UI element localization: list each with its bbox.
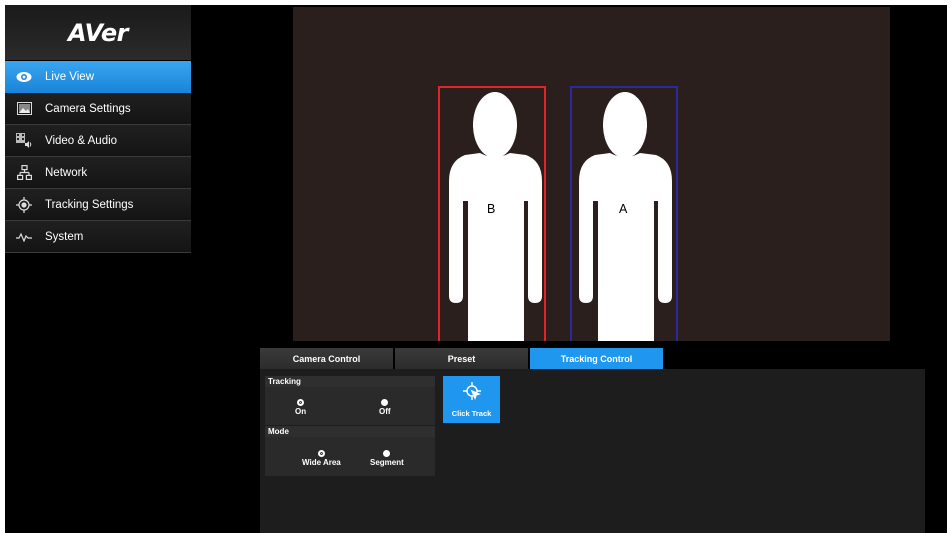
eye-icon [15, 68, 33, 86]
radio-indicator [381, 399, 389, 406]
click-track-button[interactable]: Click Track [443, 376, 500, 423]
tab-preset[interactable]: Preset [395, 348, 528, 369]
tracking-section: On Off [265, 387, 435, 425]
app-window: AVer Live View Camera Settings Video & A… [5, 5, 947, 533]
radio-label: Segment [370, 458, 404, 467]
brand-logo: AVer [5, 5, 191, 61]
click-track-label: Click Track [451, 409, 492, 418]
person-label-a: A [619, 202, 628, 216]
sidebar-item-tracking-settings[interactable]: Tracking Settings [5, 189, 191, 221]
brand-logo-text: AVer [68, 18, 128, 47]
mode-section-title: Mode [265, 426, 435, 437]
tracking-control-panel: Tracking On Off Mode Wide Area Segment C… [260, 369, 925, 533]
radio-label: On [295, 407, 307, 416]
sidebar-item-video-audio[interactable]: Video & Audio [5, 125, 191, 157]
live-video-view[interactable]: B A [293, 7, 890, 341]
sidebar-item-label: Network [45, 166, 88, 179]
pulse-icon [15, 228, 33, 246]
sidebar-item-label: Tracking Settings [45, 198, 134, 211]
sidebar-item-camera-settings[interactable]: Camera Settings [5, 93, 191, 125]
sidebar-item-live-view[interactable]: Live View [5, 61, 191, 93]
sidebar-item-label: Camera Settings [45, 102, 131, 115]
sidebar-item-label: System [45, 230, 84, 243]
sidebar-item-network[interactable]: Network [5, 157, 191, 189]
sidebar-item-label: Video & Audio [45, 134, 118, 147]
tracking-section-title: Tracking [265, 376, 435, 387]
control-tabs: Camera Control Preset Tracking Control [260, 348, 665, 369]
radio-label: Off [379, 407, 391, 416]
network-icon [15, 164, 33, 182]
tracking-off-radio[interactable]: Off [379, 399, 391, 416]
mode-section: Wide Area Segment [265, 437, 435, 476]
sidebar: AVer Live View Camera Settings Video & A… [5, 5, 191, 255]
mode-segment-radio[interactable]: Segment [370, 450, 404, 467]
radio-selected-indicator [297, 399, 305, 406]
tab-camera-control[interactable]: Camera Control [260, 348, 393, 369]
radio-selected-indicator [317, 450, 325, 457]
sidebar-item-system[interactable]: System [5, 221, 191, 253]
image-icon [15, 100, 33, 118]
mode-wide-area-radio[interactable]: Wide Area [302, 450, 341, 467]
person-label-b: B [487, 202, 496, 216]
click-target-icon [462, 381, 482, 406]
radio-indicator [383, 450, 391, 457]
tab-tracking-control[interactable]: Tracking Control [530, 348, 663, 369]
sidebar-item-label: Live View [45, 70, 95, 83]
radio-label: Wide Area [302, 458, 341, 467]
film-audio-icon [15, 132, 33, 150]
target-icon [15, 196, 33, 214]
tracking-on-radio[interactable]: On [295, 399, 306, 416]
